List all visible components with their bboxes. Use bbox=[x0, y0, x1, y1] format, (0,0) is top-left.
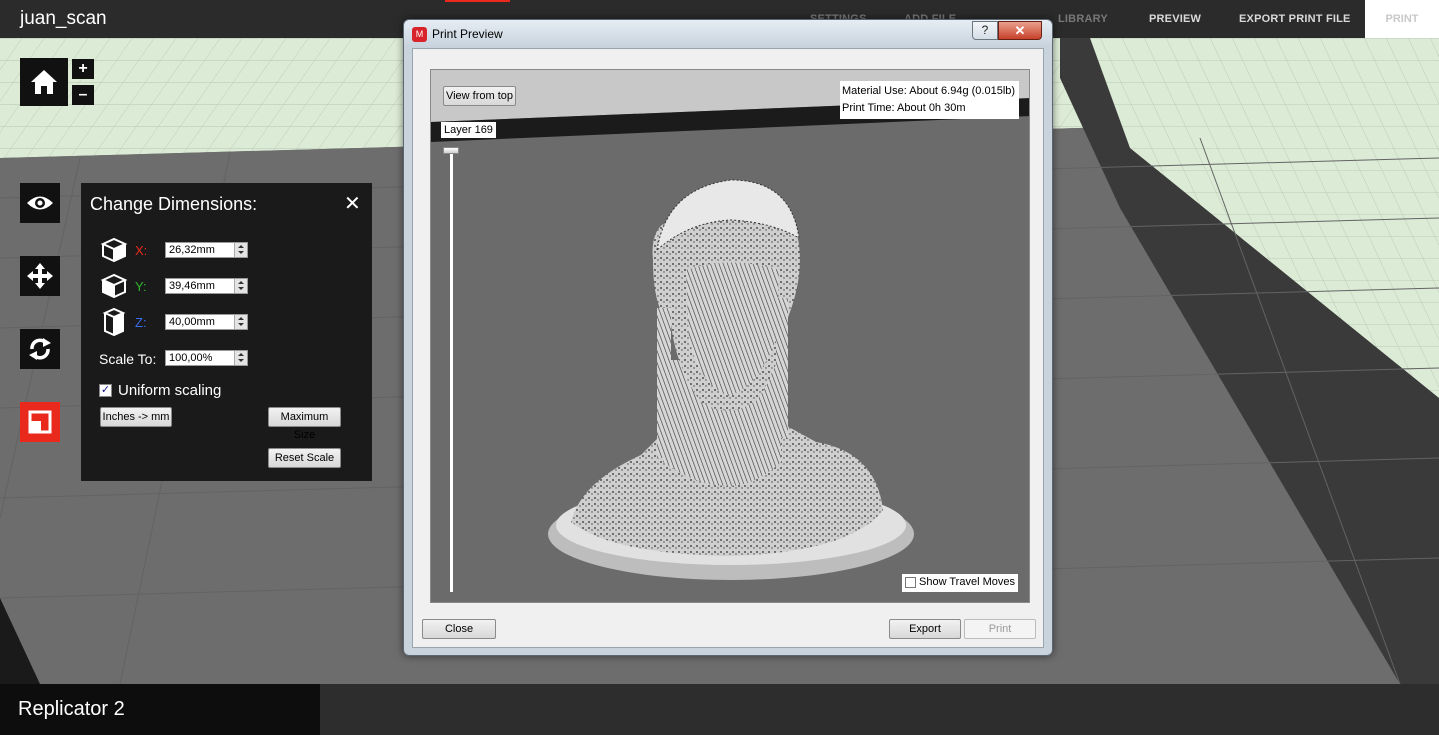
zoom-in-button[interactable]: + bbox=[72, 59, 94, 79]
travel-moves-label: Show Travel Moves bbox=[919, 576, 1015, 588]
x-axis-label: X: bbox=[135, 243, 148, 258]
rotate-button[interactable] bbox=[20, 329, 60, 369]
scale-spinner-arrows[interactable] bbox=[234, 351, 247, 365]
nav-library[interactable]: LIBRARY bbox=[1058, 13, 1108, 25]
y-spinner-arrows[interactable] bbox=[234, 279, 247, 293]
dialog-titlebar[interactable]: M Print Preview ? ✕ bbox=[404, 20, 1052, 48]
scale-to-label: Scale To: bbox=[99, 351, 157, 367]
print-time-text: Print Time: About 0h 30m bbox=[842, 102, 966, 114]
scale-icon bbox=[28, 410, 52, 434]
help-button[interactable]: ? bbox=[972, 21, 998, 40]
y-dimension-value: 39,46mm bbox=[169, 280, 215, 292]
close-panel-icon[interactable]: ✕ bbox=[344, 191, 361, 216]
scale-button[interactable] bbox=[20, 402, 60, 442]
top-accent-bar bbox=[445, 0, 510, 2]
sliced-model-graphic bbox=[431, 70, 1029, 580]
scale-percent-value: 100,00% bbox=[169, 352, 213, 364]
reset-scale-button[interactable]: Reset Scale bbox=[268, 448, 341, 468]
cube-x-icon bbox=[100, 237, 128, 263]
cube-z-icon bbox=[102, 307, 126, 337]
z-spinner-arrows[interactable] bbox=[234, 315, 247, 329]
nav-print[interactable]: PRINT bbox=[1365, 0, 1439, 38]
project-title: juan_scan bbox=[20, 8, 107, 29]
home-icon bbox=[31, 70, 57, 94]
home-view-button[interactable] bbox=[20, 58, 68, 106]
panel-title: Change Dimensions: bbox=[90, 194, 258, 214]
move-button[interactable] bbox=[20, 256, 60, 296]
move-arrows-icon bbox=[27, 263, 53, 289]
nav-export-print-file[interactable]: EXPORT PRINT FILE bbox=[1239, 13, 1351, 25]
layer-indicator: Layer 169 bbox=[441, 122, 496, 138]
dialog-title: Print Preview bbox=[432, 27, 503, 41]
material-use-text: Material Use: About 6.94g (0.015lb) bbox=[842, 85, 1016, 97]
change-dimensions-panel: Change Dimensions: ✕ X: 26,32mm Y: 39,46… bbox=[81, 183, 372, 481]
z-dimension-input[interactable]: 40,00mm bbox=[165, 314, 248, 330]
layer-slider-thumb[interactable] bbox=[443, 147, 459, 154]
close-button[interactable]: Close bbox=[422, 619, 496, 639]
print-preview-dialog: M Print Preview ? ✕ View from top Layer … bbox=[403, 19, 1053, 656]
z-axis-label: Z: bbox=[135, 315, 147, 330]
print-button[interactable]: Print bbox=[964, 619, 1036, 639]
nav-preview[interactable]: PREVIEW bbox=[1149, 13, 1201, 25]
layer-slider-track[interactable] bbox=[450, 150, 453, 592]
makerbot-icon: M bbox=[412, 27, 427, 42]
machine-selector[interactable]: Replicator 2 bbox=[0, 684, 320, 735]
dialog-close-icon[interactable]: ✕ bbox=[998, 21, 1042, 40]
rotate-icon bbox=[29, 338, 51, 360]
y-axis-label: Y: bbox=[135, 279, 147, 294]
travel-moves-checkbox[interactable] bbox=[905, 577, 916, 588]
dialog-body: View from top Layer 169 Material Use: Ab… bbox=[412, 48, 1044, 648]
uniform-scaling-checkbox[interactable]: ✓ bbox=[99, 384, 112, 397]
eye-icon bbox=[27, 196, 53, 210]
bottom-bar: Replicator 2 bbox=[0, 684, 1439, 735]
inches-to-mm-button[interactable]: Inches -> mm bbox=[100, 407, 172, 427]
x-dimension-value: 26,32mm bbox=[169, 244, 215, 256]
look-button[interactable] bbox=[20, 183, 60, 223]
preview-viewport[interactable]: View from top Layer 169 Material Use: Ab… bbox=[430, 69, 1030, 603]
x-spinner-arrows[interactable] bbox=[234, 243, 247, 257]
scale-percent-input[interactable]: 100,00% bbox=[165, 350, 248, 366]
y-dimension-input[interactable]: 39,46mm bbox=[165, 278, 248, 294]
print-estimate-box: Material Use: About 6.94g (0.015lb) Prin… bbox=[840, 81, 1019, 119]
uniform-scaling-label: Uniform scaling bbox=[118, 382, 222, 399]
x-dimension-input[interactable]: 26,32mm bbox=[165, 242, 248, 258]
view-from-top-button[interactable]: View from top bbox=[443, 86, 516, 106]
show-travel-moves-toggle[interactable]: Show Travel Moves bbox=[902, 574, 1018, 592]
maximum-size-button[interactable]: Maximum Size bbox=[268, 407, 341, 441]
z-dimension-value: 40,00mm bbox=[169, 316, 215, 328]
export-button[interactable]: Export bbox=[889, 619, 961, 639]
cube-y-icon bbox=[100, 273, 128, 299]
zoom-out-button[interactable]: – bbox=[72, 85, 94, 105]
